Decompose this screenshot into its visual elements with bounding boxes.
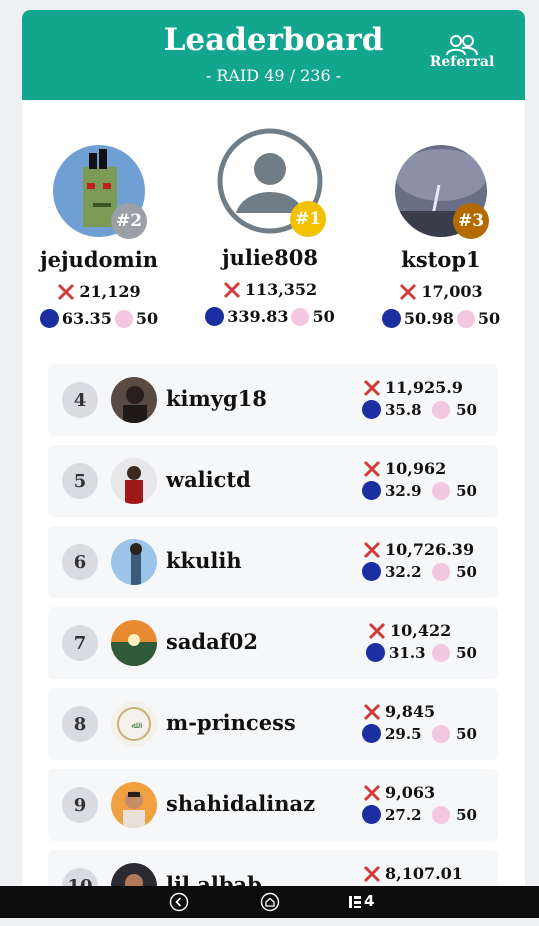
- username: walictd: [166, 467, 251, 492]
- swords-icon: [368, 622, 386, 639]
- rank-number: 4: [62, 382, 98, 418]
- swords-icon: [363, 784, 381, 801]
- score: 10,422: [368, 621, 451, 640]
- bottom-strip: [0, 918, 539, 926]
- rewards: 32.2 50: [362, 562, 477, 581]
- avatar: [111, 620, 157, 666]
- steem-icon: [39, 309, 59, 328]
- swords-icon: [363, 541, 381, 558]
- steem-icon: [362, 481, 381, 500]
- rewards: 31.3 50: [366, 643, 477, 662]
- steem-icon: [362, 805, 381, 824]
- steem-icon: [366, 643, 385, 662]
- pet-icon: [432, 724, 451, 743]
- rewards: 63.35 50: [24, 309, 174, 328]
- steem-icon: [381, 309, 401, 328]
- podium-second[interactable]: #2 jejudomin 21,129 63.35 50: [24, 145, 174, 328]
- tabs-icon[interactable]: [348, 894, 362, 910]
- steem-icon: [362, 724, 381, 743]
- leaderboard-row[interactable]: 9 shahidalinaz 9,063 27.2 50: [48, 769, 498, 841]
- leaderboard-row[interactable]: 5 walictd 10,962 32.9 50: [48, 445, 498, 517]
- pet-icon: [432, 643, 451, 662]
- rank-number: 6: [62, 544, 98, 580]
- leaderboard-row[interactable]: 8 ﷲ m-princess 9,845 29.5 50: [48, 688, 498, 760]
- swords-icon: [363, 865, 381, 882]
- rank-number: 5: [62, 463, 98, 499]
- avatar: [111, 377, 157, 423]
- rank-number: 7: [62, 625, 98, 661]
- score: 11,925.9: [363, 378, 463, 397]
- avatar: [111, 458, 157, 504]
- referral-label: Referral: [429, 54, 495, 70]
- rank-number: 8: [62, 706, 98, 742]
- leaderboard-row[interactable]: 7 sadaf02 10,422 31.3 50: [48, 607, 498, 679]
- swords-icon: [363, 379, 381, 396]
- pet-icon: [432, 400, 451, 419]
- browser-bottom-bar: 4: [0, 886, 539, 918]
- username: julie808: [221, 245, 319, 270]
- rank-badge: #1: [290, 201, 326, 237]
- pet-icon: [432, 562, 451, 581]
- score: 9,845: [363, 702, 435, 721]
- score: 9,063: [363, 783, 435, 802]
- rewards: 50.98 50: [366, 309, 516, 328]
- steem-icon: [362, 400, 381, 419]
- podium-first[interactable]: #1 julie808 113,352 339.83 50: [195, 127, 345, 326]
- username: kkulih: [166, 548, 242, 573]
- username: m-princess: [166, 710, 296, 735]
- leaderboard-row[interactable]: 6 kkulih 10,726.39 32.2 50: [48, 526, 498, 598]
- swords-icon: [363, 460, 381, 477]
- leaderboard-row[interactable]: 4 kimyg18 11,925.9 35.8 50: [48, 364, 498, 436]
- username: kimyg18: [166, 386, 267, 411]
- home-icon[interactable]: [260, 892, 280, 912]
- score: 8,107.01: [363, 864, 463, 883]
- avatar: [111, 539, 157, 585]
- rewards: 27.2 50: [362, 805, 477, 824]
- header: Leaderboard - RAID 49 / 236 - Referral: [22, 10, 525, 100]
- score: 113,352: [195, 280, 345, 299]
- avatar: ﷲ: [111, 701, 157, 747]
- rank-badge: #2: [111, 203, 147, 239]
- pet-icon: [432, 805, 451, 824]
- rank-badge: #3: [453, 203, 489, 239]
- rank-number: 9: [62, 787, 98, 823]
- rewards: 29.5 50: [362, 724, 477, 743]
- swords-icon: [58, 283, 75, 300]
- pet-icon: [291, 307, 310, 326]
- username: jejudomin: [40, 247, 158, 272]
- username: sadaf02: [166, 629, 258, 654]
- score: 10,726.39: [363, 540, 474, 559]
- rewards: 32.9 50: [362, 481, 477, 500]
- score: 10,962: [363, 459, 446, 478]
- steem-icon: [205, 307, 225, 326]
- pet-icon: [456, 309, 475, 328]
- score: 21,129: [24, 282, 174, 301]
- rewards: 35.8 50: [362, 400, 477, 419]
- avatar: [111, 782, 157, 828]
- pet-icon: [432, 481, 451, 500]
- tab-count[interactable]: 4: [364, 892, 374, 910]
- pet-icon: [114, 309, 133, 328]
- referral-button[interactable]: Referral: [429, 34, 495, 70]
- score: 17,003: [366, 282, 516, 301]
- steem-icon: [362, 562, 381, 581]
- swords-icon: [223, 281, 240, 298]
- swords-icon: [400, 283, 417, 300]
- username: kstop1: [401, 247, 481, 272]
- leaderboard-card: Leaderboard - RAID 49 / 236 - Referral #…: [22, 10, 525, 926]
- swords-icon: [363, 703, 381, 720]
- username: shahidalinaz: [166, 791, 315, 816]
- podium-third[interactable]: #3 kstop1 17,003 50.98 50: [366, 145, 516, 328]
- rewards: 339.83 50: [195, 307, 345, 326]
- back-icon[interactable]: [169, 892, 189, 912]
- users-icon: [446, 35, 478, 56]
